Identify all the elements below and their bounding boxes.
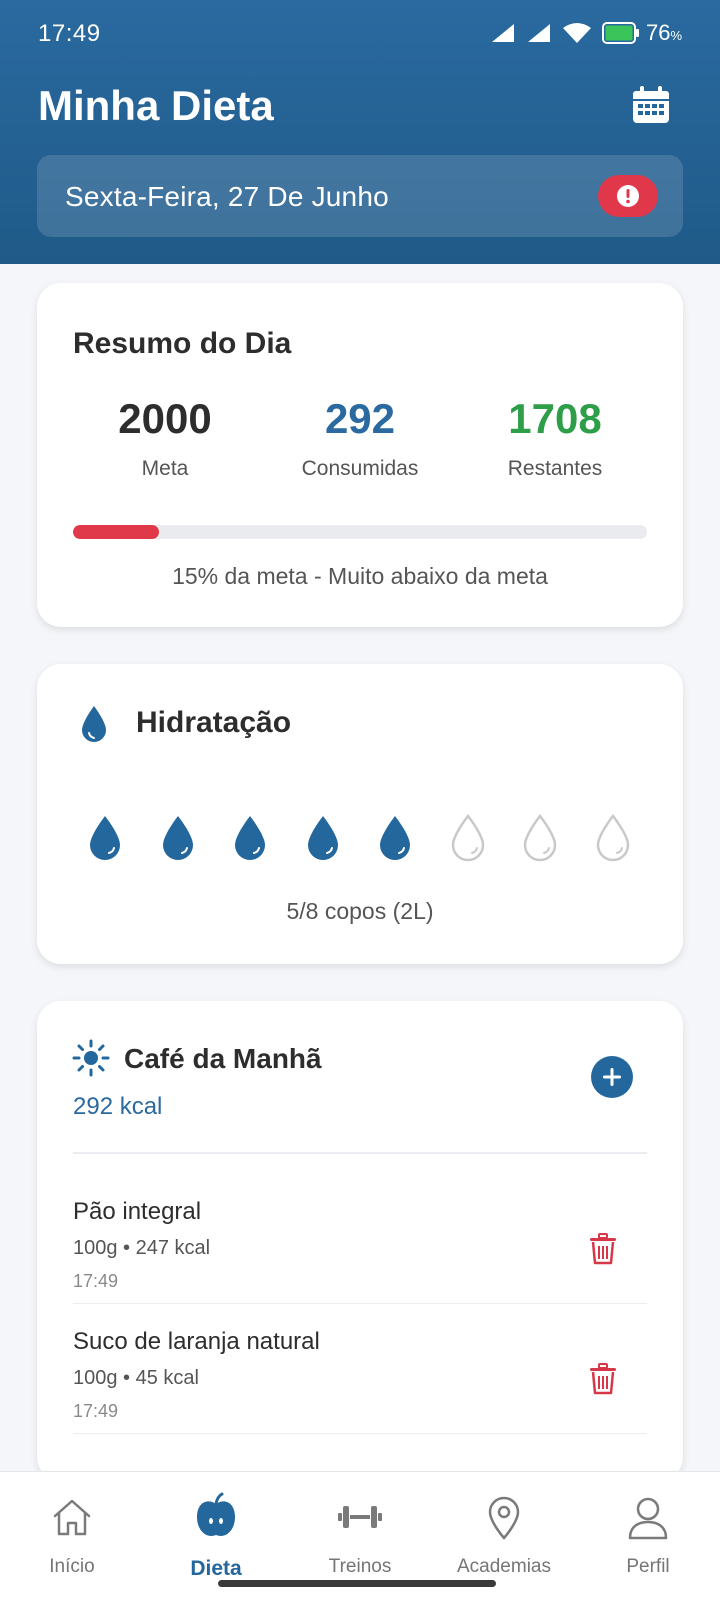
food-detail: 100g • 45 kcal — [73, 1367, 199, 1389]
nav-label: Início — [49, 1556, 95, 1577]
current-date: Sexta-Feira, 27 De Junho — [65, 181, 389, 212]
battery-icon — [601, 22, 639, 44]
food-time: 17:49 — [73, 1401, 119, 1421]
nav-label: Perfil — [626, 1556, 670, 1577]
progress-caption: 15% da meta - Muito abaixo da meta — [172, 563, 548, 589]
water-cup-empty-icon[interactable] — [450, 813, 486, 863]
nav-item-academias[interactable]: Academias — [432, 1472, 576, 1582]
daily-summary-card: Resumo do Dia 2000 Meta 292 Consumidas 1… — [37, 283, 683, 627]
nav-item-treinos[interactable]: Treinos — [288, 1472, 432, 1582]
goal-value: 2000 — [118, 395, 212, 442]
nav-label: Academias — [457, 1556, 551, 1577]
status-time: 17:49 — [38, 20, 101, 47]
remaining-value: 1708 — [508, 395, 602, 442]
add-food-button[interactable] — [591, 1056, 633, 1098]
signal-icon — [491, 24, 514, 42]
dumbbell-icon — [338, 1506, 382, 1528]
user-icon — [628, 1497, 668, 1540]
hydration-card: Hidratação 5/8 copos (2L) — [37, 664, 683, 964]
consumed-stat: 292 Consumidas — [260, 395, 460, 481]
status-icons: 76% — [490, 20, 682, 46]
sun-icon — [72, 1039, 110, 1077]
meal-title: Café da Manhã — [124, 1043, 322, 1074]
calorie-progress-fill — [73, 525, 160, 539]
app-header: 17:49 76% Minha Dieta Sexta-Feira, 27 De… — [0, 0, 720, 264]
water-cup-filled-icon[interactable] — [87, 813, 123, 863]
exclamation-circle-icon — [617, 185, 639, 207]
remaining-label: Restantes — [507, 457, 603, 480]
calendar-icon — [633, 86, 669, 123]
apple-icon — [197, 1492, 235, 1536]
meal-card-breakfast: Café da Manhã 292 kcal Pão integral 100g… — [37, 1001, 683, 1481]
water-cup-filled-icon[interactable] — [305, 813, 341, 863]
delete-food-button[interactable] — [586, 1362, 620, 1396]
calendar-button[interactable] — [628, 82, 674, 128]
divider — [73, 1152, 647, 1154]
consumed-label: Consumidas — [301, 457, 419, 480]
water-cup-empty-icon[interactable] — [595, 813, 631, 863]
trash-icon — [590, 1233, 616, 1265]
water-cup-filled-icon[interactable] — [160, 813, 196, 863]
food-name: Pão integral — [73, 1198, 202, 1225]
calorie-progress-bar — [73, 525, 647, 539]
location-pin-icon — [488, 1496, 520, 1540]
goal-label: Meta — [141, 457, 189, 480]
hydration-title: Hidratação — [136, 706, 292, 739]
consumed-value: 292 — [324, 395, 396, 442]
nav-item-inicio[interactable]: Início — [0, 1472, 144, 1582]
home-indicator[interactable] — [218, 1580, 496, 1587]
food-time: 17:49 — [73, 1271, 119, 1291]
food-item[interactable]: Suco de laranja natural 100g • 45 kcal 1… — [73, 1306, 647, 1434]
remaining-stat: 1708 Restantes — [455, 395, 655, 481]
battery-percent: 76% — [645, 20, 682, 45]
date-selector[interactable]: Sexta-Feira, 27 De Junho — [37, 155, 683, 237]
water-drop-icon — [82, 706, 106, 742]
delete-food-button[interactable] — [586, 1232, 620, 1266]
plus-icon — [603, 1068, 621, 1086]
water-cup-empty-icon[interactable] — [522, 813, 558, 863]
food-detail: 100g • 247 kcal — [73, 1237, 211, 1259]
alert-badge[interactable] — [598, 175, 658, 217]
food-item[interactable]: Pão integral 100g • 247 kcal 17:49 — [73, 1176, 647, 1304]
nav-label: Dieta — [190, 1557, 242, 1580]
food-name: Suco de laranja natural — [73, 1328, 320, 1355]
nav-item-perfil[interactable]: Perfil — [576, 1472, 720, 1582]
home-icon — [53, 1499, 91, 1536]
water-cup-filled-icon[interactable] — [377, 813, 413, 863]
goal-stat: 2000 Meta — [65, 395, 265, 481]
meal-kcal: 292 kcal — [73, 1093, 163, 1120]
signal-icon — [527, 24, 550, 42]
water-cups-row — [87, 813, 647, 865]
page-title: Minha Dieta — [38, 82, 274, 129]
status-bar: 17:49 76% — [0, 0, 720, 68]
nav-label: Treinos — [328, 1556, 392, 1577]
nav-item-dieta[interactable]: Dieta — [144, 1472, 288, 1582]
wifi-icon — [562, 23, 591, 43]
trash-icon — [590, 1363, 616, 1395]
hydration-caption: 5/8 copos (2L) — [286, 898, 434, 924]
water-cup-filled-icon[interactable] — [232, 813, 268, 863]
summary-title: Resumo do Dia — [73, 327, 292, 360]
